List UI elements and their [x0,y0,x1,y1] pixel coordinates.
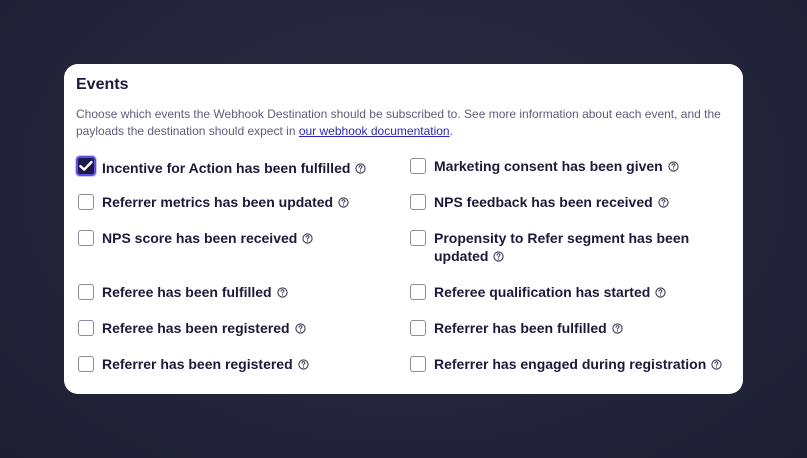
event-marketing-consent-given[interactable]: Marketing consent has been given [410,158,679,175]
help-circle-icon[interactable] [276,287,288,298]
event-checkbox[interactable] [78,356,94,372]
event-incentive-for-action-fulfilled[interactable]: Incentive for Action has been fulfilled [76,156,367,177]
event-checkbox[interactable] [410,194,426,210]
event-label: Incentive for Action has been fulfilled [102,160,351,176]
event-label: Referrer metrics has been updated [102,194,334,210]
description-suffix: . [449,124,453,138]
help-circle-icon[interactable] [338,197,349,208]
event-nps-feedback-received[interactable]: NPS feedback has been received [410,194,669,211]
event-nps-score-received[interactable]: NPS score has been received [78,230,313,247]
event-label: NPS feedback has been received [434,194,653,210]
help-circle-icon[interactable] [302,233,313,244]
help-circle-icon[interactable] [298,359,309,370]
event-referrer-fulfilled[interactable]: Referrer has been fulfilled [410,320,623,337]
help-circle-icon[interactable] [658,197,669,208]
section-title: Events [76,76,129,93]
help-circle-icon[interactable] [668,161,679,172]
event-label-group: Referrer has been fulfilled [434,319,623,337]
event-checkbox[interactable] [410,284,426,300]
event-label: NPS score has been received [102,230,298,246]
event-label-group: Referrer metrics has been updated [102,193,349,211]
event-checkbox[interactable] [78,230,94,246]
event-referee-fulfilled[interactable]: Referee has been fulfilled [78,284,288,301]
help-circle-icon[interactable] [711,359,722,370]
event-checkbox[interactable] [410,320,426,336]
help-circle-icon[interactable] [655,287,666,298]
event-label-group: Referee qualification has started [434,283,666,301]
event-propensity-to-refer-segment-updated[interactable]: Propensity to Refer segment has been upd… [410,230,700,265]
event-label-group: NPS score has been received [102,229,313,247]
event-checkbox[interactable] [78,320,94,336]
event-label-group: Referee has been fulfilled [102,283,288,301]
checkmark-icon [79,160,93,171]
event-checkbox-checked[interactable] [76,156,96,176]
help-circle-icon[interactable] [493,251,505,262]
help-circle-icon[interactable] [612,323,623,334]
event-referee-registered[interactable]: Referee has been registered [78,320,306,337]
event-checkbox[interactable] [410,230,426,246]
event-checkbox[interactable] [78,284,94,300]
event-referrer-engaged-during-registration[interactable]: Referrer has engaged during registration [410,356,722,373]
event-label: Referrer has engaged during registration [434,356,707,372]
webhook-documentation-link[interactable]: our webhook documentation [299,124,450,138]
event-label-group: NPS feedback has been received [434,193,669,211]
event-label-group: Referrer has been registered [102,355,309,373]
event-label-group: Marketing consent has been given [434,157,679,175]
event-label: Referrer has been registered [102,356,293,372]
event-referee-qualification-started[interactable]: Referee qualification has started [410,284,666,301]
event-checkbox[interactable] [78,194,94,210]
events-card: Events Choose which events the Webhook D… [64,64,743,394]
section-description: Choose which events the Webhook Destinat… [76,106,726,140]
event-label: Referee qualification has started [434,284,651,300]
event-label-group: Referee has been registered [102,319,306,337]
help-circle-icon[interactable] [294,323,306,334]
event-label: Referee has been fulfilled [102,284,272,300]
event-label-group: Propensity to Refer segment has been upd… [434,229,700,265]
event-label: Propensity to Refer segment has been upd… [434,230,690,264]
event-label: Referee has been registered [102,320,290,336]
help-circle-icon[interactable] [355,163,367,174]
event-checkbox[interactable] [410,356,426,372]
event-label-group: Referrer has engaged during registration [434,355,722,373]
event-label-group: Incentive for Action has been fulfilled [102,159,367,177]
event-referrer-metrics-updated[interactable]: Referrer metrics has been updated [78,194,349,211]
event-label: Referrer has been fulfilled [434,320,607,336]
event-label: Marketing consent has been given [434,158,663,174]
event-checkbox[interactable] [410,158,426,174]
event-referrer-registered[interactable]: Referrer has been registered [78,356,309,373]
